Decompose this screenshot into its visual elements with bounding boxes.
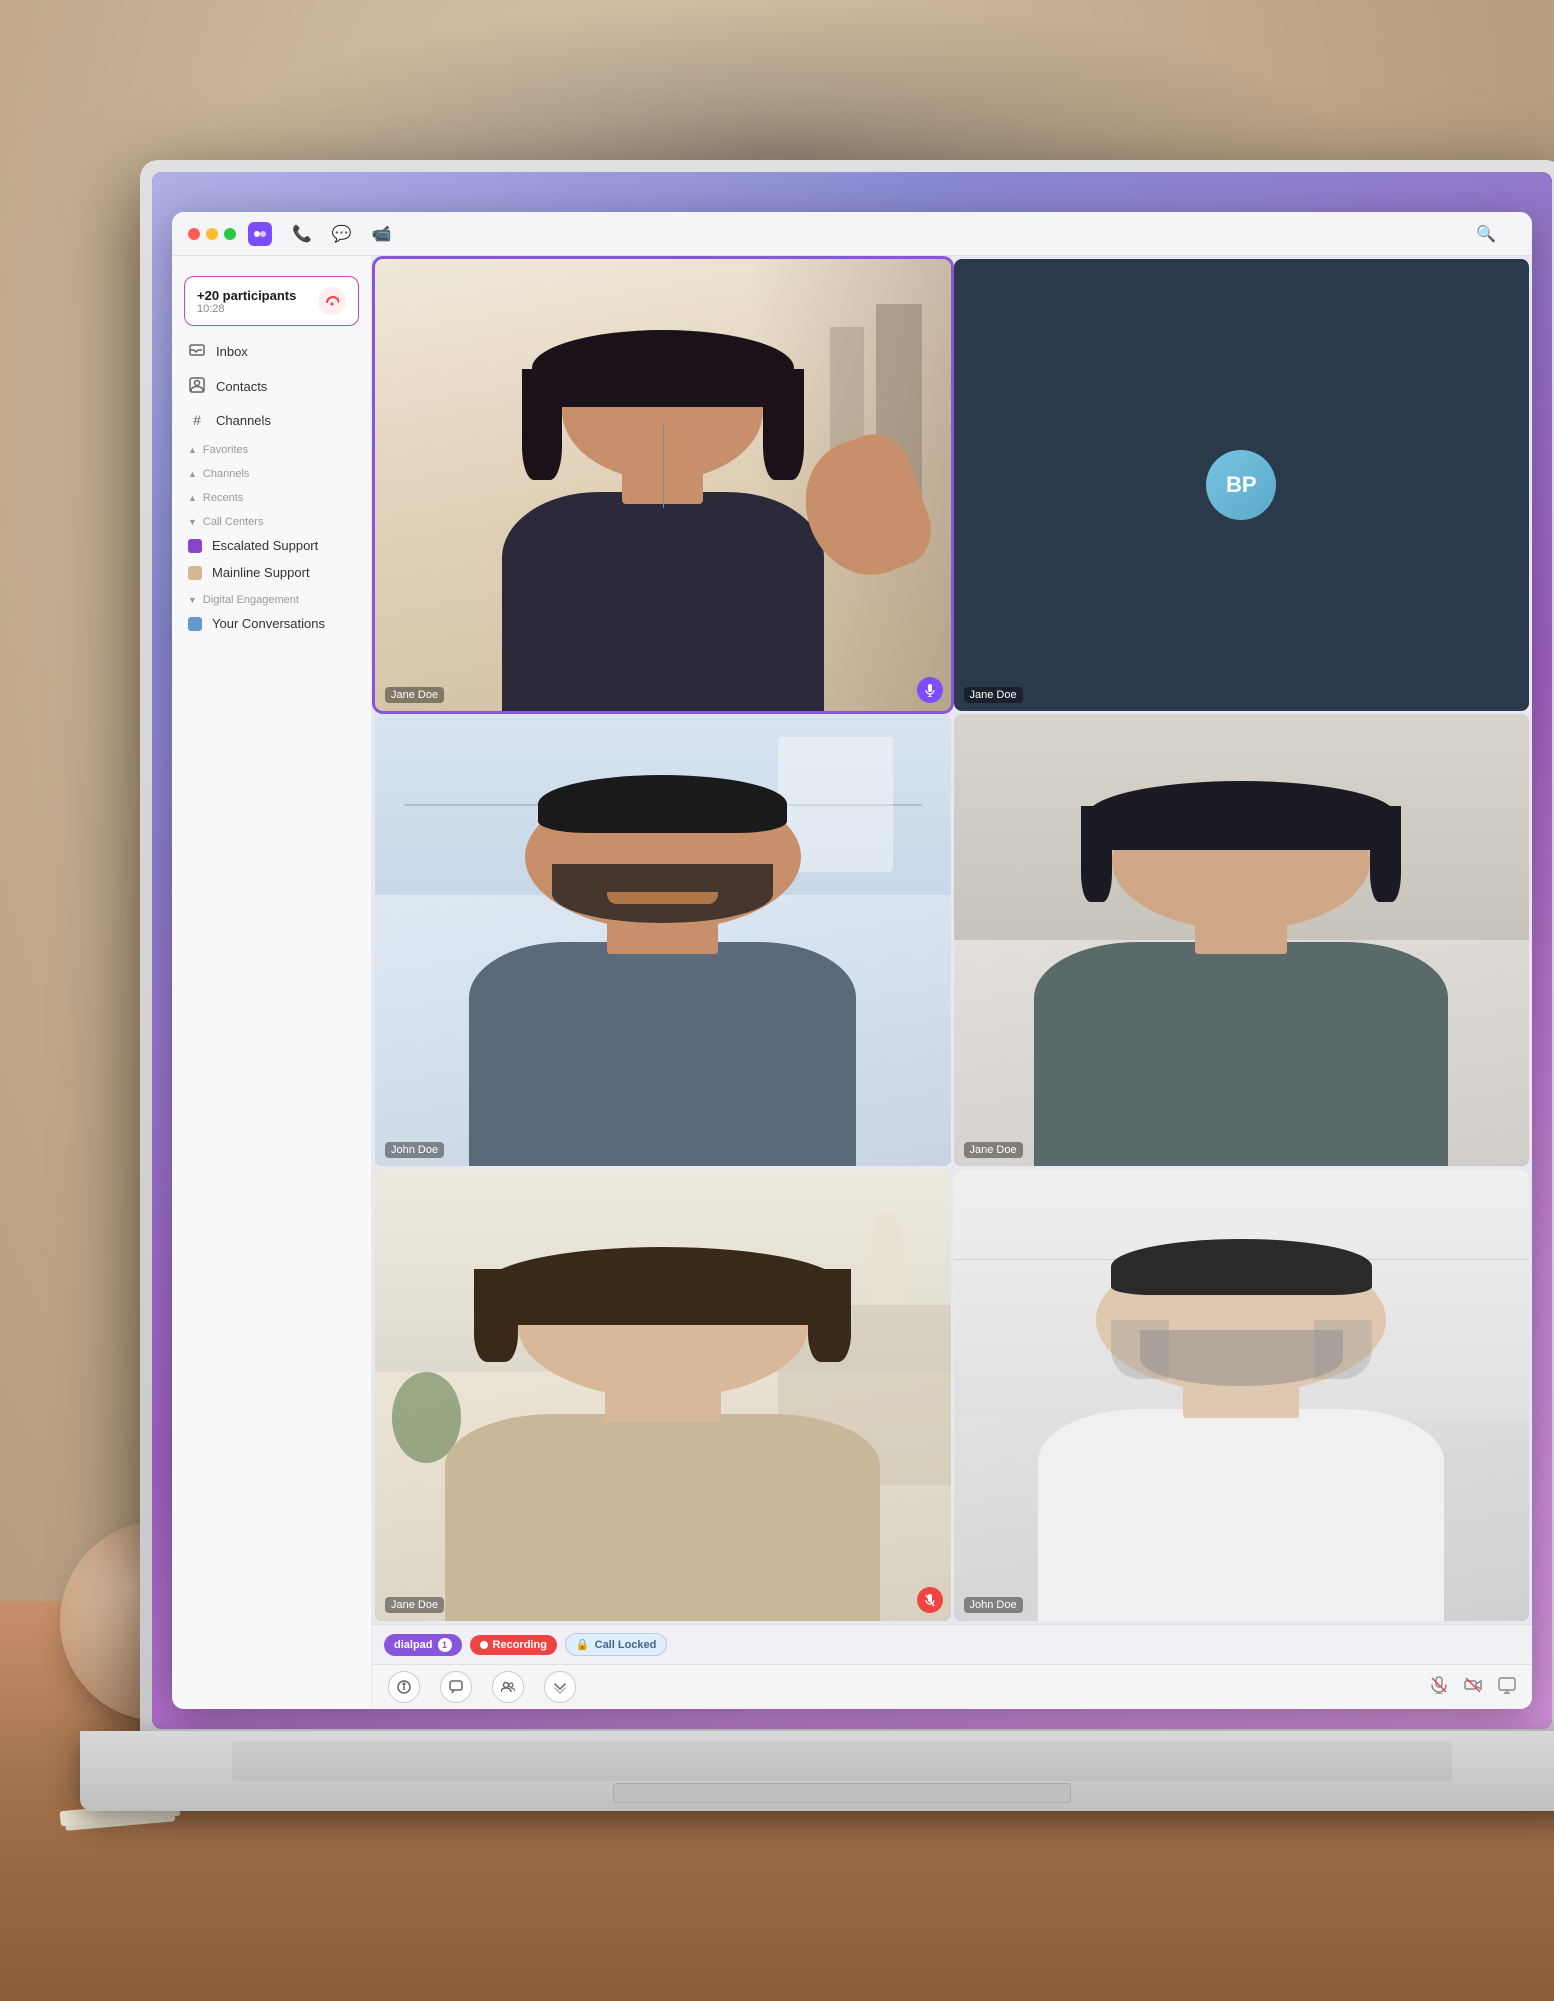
channels-label: Channels	[216, 413, 271, 428]
inbox-icon	[188, 342, 206, 361]
active-call-card[interactable]: +20 participants 10:28	[184, 276, 359, 326]
video-icon[interactable]: 📹	[372, 224, 392, 244]
call-duration: 10:28	[197, 303, 296, 315]
call-card-info: +20 participants 10:28	[197, 288, 296, 315]
mic-indicator-1	[917, 677, 943, 703]
chat-button[interactable]	[440, 1671, 472, 1703]
sidebar-item-mainline-support[interactable]: Mainline Support	[172, 559, 371, 586]
video-label-1: Jane Doe	[385, 687, 444, 703]
search-icon[interactable]: 🔍	[1476, 224, 1496, 244]
sidebar-item-escalated-support[interactable]: Escalated Support	[172, 532, 371, 559]
phone-icon[interactable]: 📞	[292, 224, 312, 244]
sidebar-item-inbox[interactable]: Inbox	[172, 334, 371, 369]
video-cell-6[interactable]: John Doe	[954, 1169, 1530, 1621]
call-participants: +20 participants	[197, 288, 296, 303]
channels-chevron: ▲	[188, 469, 197, 479]
app-logo	[248, 222, 272, 246]
status-bar: dialpad 1 Recording 🔒 Call Locked	[372, 1624, 1532, 1664]
sidebar-item-your-conversations[interactable]: Your Conversations	[172, 610, 371, 637]
video-cell-1[interactable]: Jane Doe	[375, 259, 951, 711]
call-end-icon[interactable]	[318, 287, 346, 315]
toolbar-right	[1430, 1676, 1516, 1699]
main-content: +20 participants 10:28	[172, 256, 1532, 1709]
dialpad-badge: dialpad 1	[384, 1634, 462, 1656]
digital-engagement-chevron: ▼	[188, 595, 197, 605]
close-button[interactable]	[188, 228, 200, 240]
favorites-section[interactable]: ▲ Favorites	[172, 436, 371, 460]
recents-section[interactable]: ▲ Recents	[172, 484, 371, 508]
video-cell-4[interactable]: Jane Doe	[954, 714, 1530, 1166]
video-label-2: Jane Doe	[964, 687, 1023, 703]
participants-button[interactable]	[492, 1671, 524, 1703]
contacts-icon	[188, 377, 206, 396]
video-off-button[interactable]	[1464, 1676, 1482, 1699]
video-panel: Jane Doe	[372, 256, 1532, 1709]
mainline-support-dot	[188, 566, 202, 580]
video-cell-3[interactable]: John Doe	[375, 714, 951, 1166]
hash-icon: #	[188, 412, 206, 428]
laptop-shell: 📞 💬 📹 🔍 +20 participants 10:28	[140, 160, 1554, 1741]
minimize-button[interactable]	[206, 228, 218, 240]
favorites-chevron: ▲	[188, 445, 197, 455]
lock-icon: 🔒	[576, 1638, 590, 1651]
video-cell-2[interactable]: BP Jane Doe	[954, 259, 1530, 711]
mic-indicator-5-muted	[917, 1587, 943, 1613]
screen-share-button[interactable]	[1498, 1676, 1516, 1699]
channels-section-label: Channels	[203, 468, 249, 480]
contacts-label: Contacts	[216, 379, 267, 394]
favorites-label: Favorites	[203, 444, 248, 456]
bottom-toolbar	[372, 1664, 1532, 1709]
call-locked-label: Call Locked	[595, 1639, 657, 1651]
info-button[interactable]	[388, 1671, 420, 1703]
recording-dot	[480, 1641, 488, 1649]
sidebar-item-contacts[interactable]: Contacts	[172, 369, 371, 404]
video-label-3: John Doe	[385, 1142, 444, 1158]
channels-section[interactable]: ▲ Channels	[172, 460, 371, 484]
recording-badge: Recording	[470, 1635, 557, 1655]
call-centers-chevron: ▼	[188, 517, 197, 527]
mainline-support-label: Mainline Support	[212, 565, 310, 580]
dialpad-badge-label: dialpad	[394, 1639, 433, 1651]
video-label-4: Jane Doe	[964, 1142, 1023, 1158]
call-centers-label: Call Centers	[203, 516, 264, 528]
mute-button[interactable]	[1430, 1676, 1448, 1699]
title-bar-icons: 📞 💬 📹	[292, 224, 392, 244]
escalated-support-dot	[188, 539, 202, 553]
video-cell-5[interactable]: Jane Doe	[375, 1169, 951, 1621]
sidebar: +20 participants 10:28	[172, 256, 372, 1709]
video-label-5: Jane Doe	[385, 1597, 444, 1613]
maximize-button[interactable]	[224, 228, 236, 240]
title-bar: 📞 💬 📹 🔍	[172, 212, 1532, 256]
call-centers-section[interactable]: ▼ Call Centers	[172, 508, 371, 532]
your-conversations-dot	[188, 617, 202, 631]
inbox-label: Inbox	[216, 344, 248, 359]
more-button[interactable]	[544, 1671, 576, 1703]
recording-label: Recording	[493, 1639, 547, 1651]
traffic-lights	[188, 228, 236, 240]
avatar-bp: BP	[1206, 450, 1276, 520]
recents-chevron: ▲	[188, 493, 197, 503]
digital-engagement-section[interactable]: ▼ Digital Engagement	[172, 586, 371, 610]
app-window: 📞 💬 📹 🔍 +20 participants 10:28	[172, 212, 1532, 1709]
digital-engagement-label: Digital Engagement	[203, 594, 299, 606]
dialpad-badge-count: 1	[438, 1638, 452, 1652]
toolbar-left	[388, 1671, 576, 1703]
escalated-support-label: Escalated Support	[212, 538, 318, 553]
video-label-6: John Doe	[964, 1597, 1023, 1613]
recents-label: Recents	[203, 492, 243, 504]
call-locked-badge: 🔒 Call Locked	[565, 1633, 667, 1656]
your-conversations-label: Your Conversations	[212, 616, 325, 631]
message-icon[interactable]: 💬	[332, 224, 352, 244]
video-grid: Jane Doe	[372, 256, 1532, 1624]
sidebar-item-channels[interactable]: # Channels	[172, 404, 371, 436]
